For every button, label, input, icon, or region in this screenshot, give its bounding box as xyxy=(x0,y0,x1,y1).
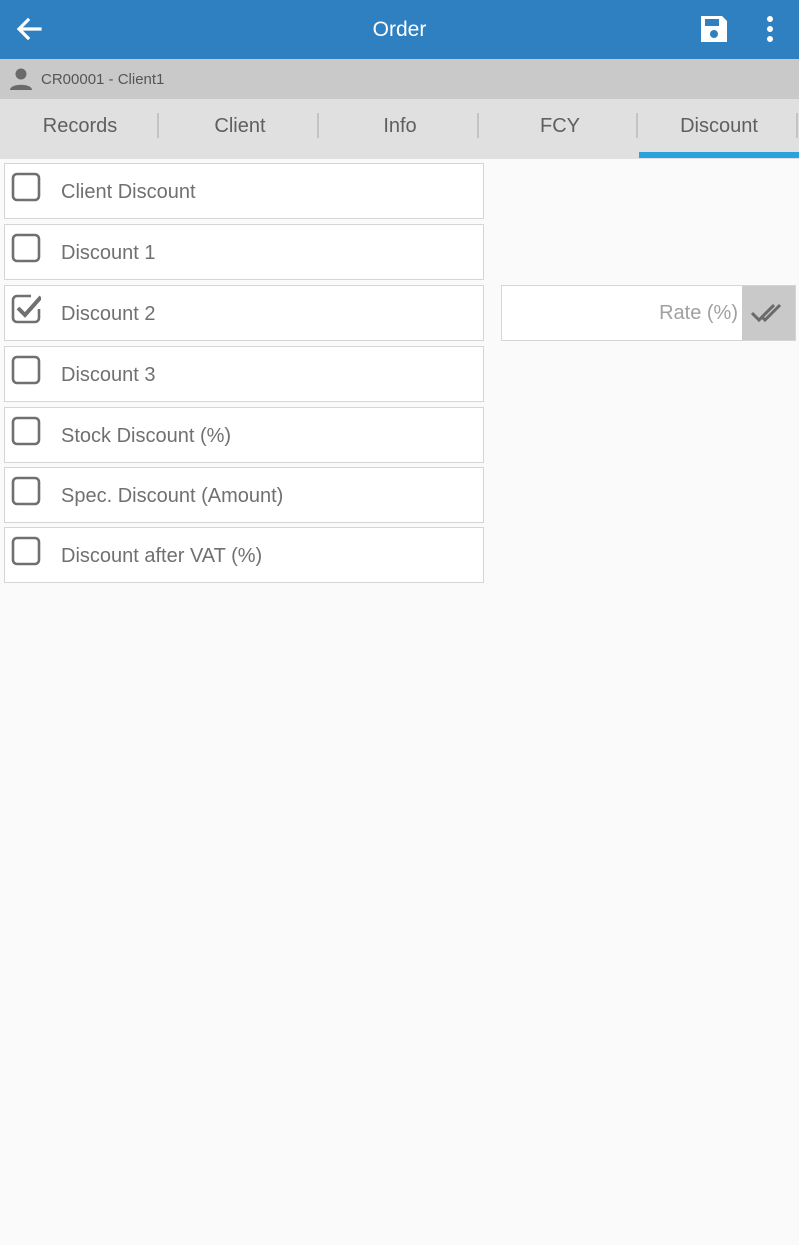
tab-discount[interactable]: Discount xyxy=(639,99,799,159)
floppy-disk-icon xyxy=(701,16,727,42)
client-name: CR00001 - Client1 xyxy=(41,71,165,88)
rate-field xyxy=(501,285,796,341)
discount-label: Client Discount xyxy=(61,181,196,203)
tab-records[interactable]: Records xyxy=(0,99,160,159)
save-button[interactable] xyxy=(694,9,734,49)
selected-tab-indicator xyxy=(639,152,799,158)
checkbox-unchecked-icon[interactable] xyxy=(11,476,41,506)
checkbox-checked-icon[interactable] xyxy=(11,294,41,324)
discount-row-stock-discount[interactable]: Stock Discount (%) xyxy=(4,407,484,463)
page-title: Order xyxy=(372,18,427,41)
tab-info[interactable]: Info xyxy=(320,99,480,159)
app-bar: Order xyxy=(0,0,799,59)
discount-label: Discount 2 xyxy=(61,303,156,325)
rate-input[interactable] xyxy=(502,286,742,340)
tab-divider xyxy=(636,113,638,138)
discount-row-client-discount[interactable]: Client Discount xyxy=(4,163,484,219)
tab-divider xyxy=(796,113,798,138)
tab-client[interactable]: Client xyxy=(160,99,320,159)
more-options-button[interactable] xyxy=(756,9,784,49)
discount-label: Discount 1 xyxy=(61,242,156,264)
checkbox-unchecked-icon[interactable] xyxy=(11,416,41,446)
tab-divider xyxy=(477,113,479,138)
tab-divider xyxy=(157,113,159,138)
checkbox-unchecked-icon[interactable] xyxy=(11,172,41,202)
checkbox-unchecked-icon[interactable] xyxy=(11,536,41,566)
tab-bar: Records Client Info FCY Discount xyxy=(0,99,799,159)
double-check-icon xyxy=(750,303,781,323)
discount-label: Spec. Discount (Amount) xyxy=(61,485,284,507)
discount-label: Discount after VAT (%) xyxy=(61,545,263,567)
rate-confirm-button[interactable] xyxy=(742,286,795,340)
person-icon xyxy=(10,68,32,90)
discount-row-discount-1[interactable]: Discount 1 xyxy=(4,224,484,280)
more-vertical-icon xyxy=(767,16,773,42)
client-strip: CR00001 - Client1 xyxy=(0,59,799,99)
tab-fcy[interactable]: FCY xyxy=(480,99,640,159)
checkbox-unchecked-icon[interactable] xyxy=(11,233,41,263)
discount-row-spec-discount[interactable]: Spec. Discount (Amount) xyxy=(4,467,484,523)
discount-row-discount-after-vat[interactable]: Discount after VAT (%) xyxy=(4,527,484,583)
discount-label: Discount 3 xyxy=(61,364,156,386)
discount-label: Stock Discount (%) xyxy=(61,425,232,447)
checkbox-unchecked-icon[interactable] xyxy=(11,355,41,385)
tab-divider xyxy=(317,113,319,138)
discount-row-discount-2[interactable]: Discount 2 xyxy=(4,285,484,341)
discount-row-discount-3[interactable]: Discount 3 xyxy=(4,346,484,402)
